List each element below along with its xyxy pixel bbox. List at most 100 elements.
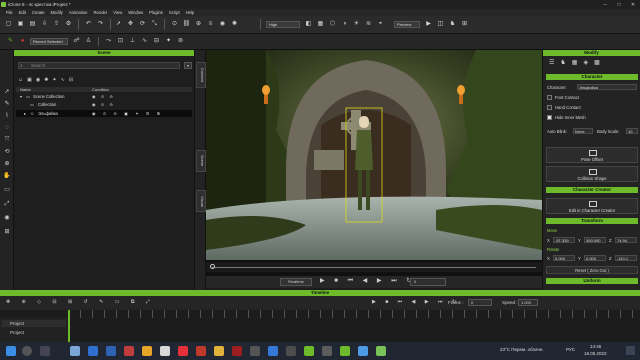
filter-prop-icon[interactable]: ▣ [27, 77, 32, 83]
rotate-y-field[interactable]: 0.000 [584, 255, 606, 261]
link-icon[interactable]: ⛓ [182, 20, 191, 29]
camera-view-icon[interactable]: ⌖ [376, 20, 385, 29]
record-mode-dropdown[interactable]: Record Selected [30, 38, 68, 45]
save-icon[interactable]: ▤ [28, 20, 37, 29]
windows-start-icon[interactable] [6, 346, 16, 356]
current-frame-field[interactable]: 0 [410, 278, 446, 286]
app-grey2-icon[interactable] [322, 346, 332, 356]
menu-create[interactable]: Create [32, 10, 45, 15]
motion-icon[interactable]: ♞ [448, 20, 457, 29]
visibility-icon[interactable]: ◉ ⊙ ⊖ [92, 101, 115, 108]
redo-icon[interactable]: ↷ [96, 20, 105, 29]
app-darkred-icon[interactable] [232, 346, 242, 356]
record-start-icon[interactable]: ● [18, 37, 27, 46]
grid-icon[interactable]: ▦ [316, 20, 325, 29]
rotate-icon[interactable]: ⟳ [138, 20, 147, 29]
filter-group-icon[interactable]: ⊟ [69, 77, 73, 83]
group-icon[interactable]: ⊟ [152, 37, 161, 46]
word-icon[interactable] [106, 346, 116, 356]
scale-icon[interactable]: ⤡ [150, 20, 159, 29]
zoom-tool-icon[interactable]: ⊕ [3, 160, 11, 168]
tab-scene[interactable]: Scene [196, 150, 206, 172]
opera-icon[interactable] [196, 346, 206, 356]
app-blue-icon[interactable] [268, 346, 278, 356]
render-quality-dropdown[interactable]: High [266, 21, 300, 28]
ibl-icon[interactable]: ☀ [352, 20, 361, 29]
texture-tab-icon[interactable]: ▩ [594, 59, 600, 66]
rotate-z-field[interactable]: -110.1 [615, 255, 637, 261]
screenshot-icon[interactable]: ◫ [436, 20, 445, 29]
timeline-icon[interactable]: ⊞ [460, 20, 469, 29]
clock-time[interactable]: 14:45 [590, 344, 601, 349]
auto-blink-dropdown[interactable]: None [573, 128, 593, 134]
move-x-field[interactable]: -97.339 [553, 237, 575, 243]
app-red-icon[interactable] [124, 346, 134, 356]
open-project-icon[interactable]: ▣ [16, 20, 25, 29]
pose-offset-button[interactable]: Pose Offset [546, 147, 638, 163]
render-settings-icon[interactable]: ◧ [304, 20, 313, 29]
viewport-time-slider[interactable] [206, 262, 542, 272]
timeline-transport[interactable]: ▶ ■ ⏮ ◀ ▶ ⏭ ↻ [372, 299, 460, 305]
undo-icon[interactable]: ↶ [84, 20, 93, 29]
playhead[interactable] [68, 310, 70, 342]
menu-edit[interactable]: Edit [19, 10, 26, 15]
rotate-x-field[interactable]: 0.000 [553, 255, 575, 261]
motion-tab-icon[interactable]: ♞ [560, 59, 565, 66]
path-icon[interactable]: ∿ [140, 37, 149, 46]
select-icon[interactable]: ➚ [114, 20, 123, 29]
move-z-field[interactable]: 74.94 [615, 237, 637, 243]
track-project-2[interactable]: Project [2, 329, 66, 336]
filter-light-icon[interactable]: ✺ [44, 77, 48, 83]
app-green-icon[interactable] [304, 346, 314, 356]
col-condition[interactable]: Condition [92, 87, 109, 92]
more-section-header[interactable]: Uniform [546, 278, 638, 284]
clock-date[interactable]: 18.05.2023 [584, 351, 607, 356]
reach-icon[interactable]: ⤳ [104, 37, 113, 46]
hand-contact-checkbox[interactable] [547, 105, 552, 110]
move-icon[interactable]: ✥ [126, 20, 135, 29]
search-icon[interactable] [22, 346, 32, 356]
preview-dropdown[interactable]: Preview [394, 21, 420, 28]
3d-viewport[interactable] [206, 50, 542, 280]
close-icon[interactable]: ✕ [626, 0, 640, 9]
expand-icon[interactable]: ▸ [24, 110, 26, 117]
puppet-icon[interactable]: ♙ [84, 37, 93, 46]
pan-tool-icon[interactable]: ✋ [3, 172, 11, 180]
app-dark-icon[interactable] [286, 346, 296, 356]
foot-contact-checkbox[interactable] [547, 95, 552, 100]
edit-in-cc-button[interactable]: Edit in Character Creator [546, 198, 638, 214]
transform-section-header[interactable]: Transform [546, 218, 638, 224]
tab-content[interactable]: Content [196, 62, 206, 88]
expand-icon[interactable]: ▾ [20, 93, 22, 100]
mocap-icon[interactable]: ☍ [72, 37, 81, 46]
menu-window[interactable]: Window [128, 10, 143, 15]
view-tool-icon[interactable]: ⊞ [3, 228, 11, 236]
pin-icon[interactable]: ⊥ [128, 37, 137, 46]
scene-search-input[interactable]: Search [18, 62, 180, 69]
lasso-icon[interactable]: ◌ [3, 124, 11, 132]
collision-icon[interactable]: ⊚ [176, 37, 185, 46]
attach-icon[interactable]: ⊕ [194, 20, 203, 29]
explorer-icon[interactable] [70, 346, 80, 356]
select-tool-icon[interactable]: ➚ [3, 88, 11, 96]
character-name-field[interactable]: Эльфийка [577, 84, 637, 90]
timeline-ruler[interactable] [68, 310, 640, 318]
timeline-frame-field[interactable]: 0 [468, 299, 492, 306]
menu-file[interactable]: File [6, 10, 13, 15]
menu-view[interactable]: View [113, 10, 122, 15]
frame-tool-icon[interactable]: ▭ [3, 186, 11, 194]
weather-text[interactable]: 23°C Перем. облачн. [500, 347, 544, 352]
app-lightgreen-icon[interactable] [376, 346, 386, 356]
import-icon[interactable]: ⇩ [40, 20, 49, 29]
shadow-icon[interactable]: ◑ [340, 20, 349, 29]
render-icon[interactable]: ▶ [424, 20, 433, 29]
reset-zero-out-button[interactable]: Reset ( Zero Out ) [546, 266, 638, 274]
properties-icon[interactable]: ☰ [549, 59, 554, 66]
notifications-icon[interactable] [626, 346, 635, 355]
settings-icon[interactable]: ⚙ [64, 20, 73, 29]
lock-icon[interactable]: ⊡ [116, 37, 125, 46]
tab-visual[interactable]: Visual [196, 190, 206, 212]
app-white-icon[interactable] [160, 346, 170, 356]
material-tab-icon[interactable]: ▦ [572, 59, 578, 66]
visibility-icon[interactable]: ◉ ⊙ ⊖ ▣ ✦ ⊟ ⊞ [92, 110, 163, 117]
